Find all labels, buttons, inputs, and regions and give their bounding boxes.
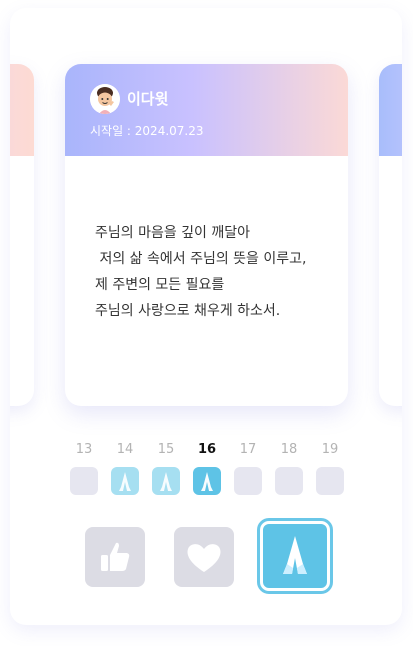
heart-icon xyxy=(187,544,221,572)
avatar-icon xyxy=(90,84,120,114)
avatar[interactable] xyxy=(90,84,120,114)
prayer-card-header: 이다윗 시작일 : 2024.07.23 xyxy=(65,64,348,156)
prayer-text: 주님의 마음을 깊이 깨달아 저의 삶 속에서 주님의 뜻을 이루고, 제 주변… xyxy=(95,225,307,319)
praying-hands-icon xyxy=(283,536,307,574)
pray-button[interactable] xyxy=(257,518,333,594)
day-box-15[interactable] xyxy=(152,467,180,495)
praying-hands-icon xyxy=(201,472,213,491)
day-box-17[interactable] xyxy=(234,467,262,495)
thumbs-up-icon xyxy=(101,542,130,571)
day-label-13: 13 xyxy=(75,442,93,457)
like-button[interactable] xyxy=(85,527,145,587)
previous-prayer-card[interactable] xyxy=(10,64,34,406)
day-label-18: 18 xyxy=(280,442,298,457)
praying-hands-icon xyxy=(160,472,172,491)
prayer-card[interactable]: 이다윗 시작일 : 2024.07.23 주님의 마음을 깊이 깨달아 저의 삶… xyxy=(65,64,348,406)
next-card-header xyxy=(379,64,402,156)
next-prayer-card[interactable] xyxy=(379,64,402,406)
day-label-16: 16 xyxy=(197,442,217,457)
previous-card-header xyxy=(10,64,34,156)
day-label-15: 15 xyxy=(157,442,175,457)
start-date: 시작일 : 2024.07.23 xyxy=(90,124,204,138)
praying-hands-icon xyxy=(119,472,131,491)
day-box-19[interactable] xyxy=(316,467,344,495)
day-box-18[interactable] xyxy=(275,467,303,495)
day-label-17: 17 xyxy=(239,442,257,457)
day-label-19: 19 xyxy=(321,442,339,457)
author-name: 이다윗 xyxy=(127,90,169,108)
day-box-13[interactable] xyxy=(70,467,98,495)
day-box-14[interactable] xyxy=(111,467,139,495)
prayer-panel: 이다윗 시작일 : 2024.07.23 주님의 마음을 깊이 깨달아 저의 삶… xyxy=(10,8,402,625)
day-box-16[interactable] xyxy=(193,467,221,495)
heart-button[interactable] xyxy=(174,527,234,587)
prayer-card-carousel[interactable]: 이다윗 시작일 : 2024.07.23 주님의 마음을 깊이 깨달아 저의 삶… xyxy=(10,64,402,409)
day-label-14: 14 xyxy=(116,442,134,457)
